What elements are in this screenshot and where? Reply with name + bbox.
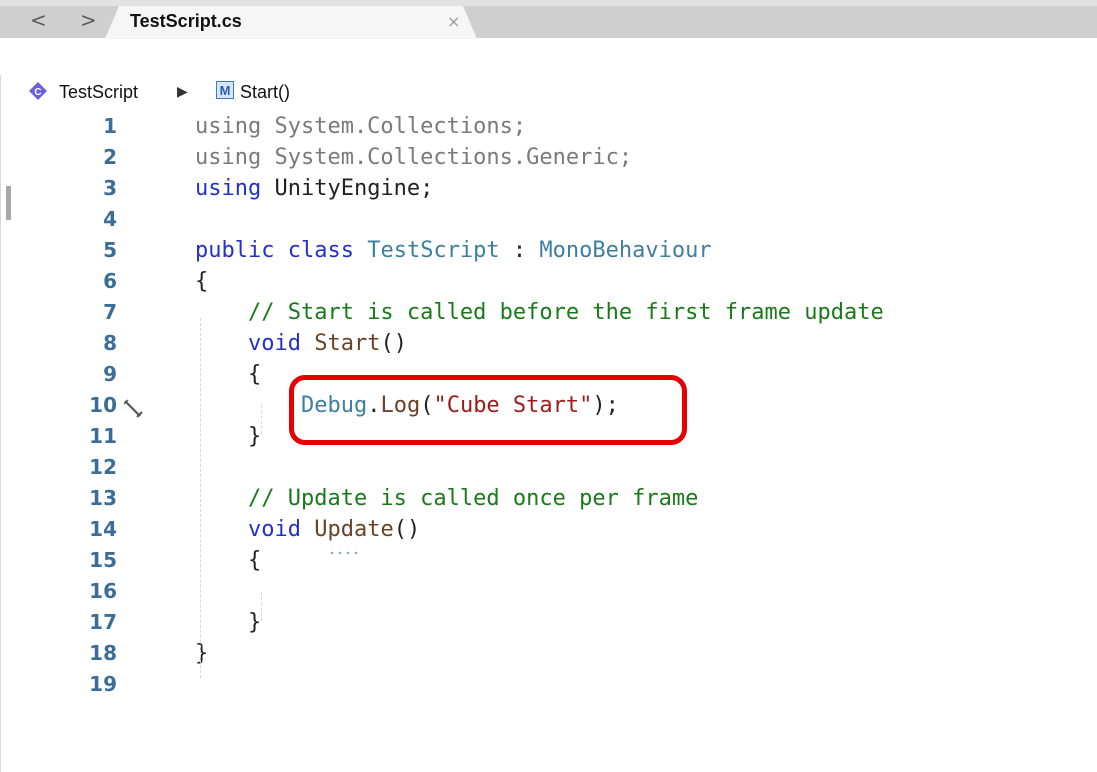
code-token: { [195,548,262,573]
class-diamond-icon: C [29,82,47,100]
code-token: // Start is called before the first fram… [195,300,884,325]
code-text: using UnityEngine; [195,174,433,203]
code-token: : [499,238,540,263]
code-line[interactable]: 8 void Start() [0,329,1097,358]
code-line[interactable]: 13 // Update is called once per frame [0,484,1097,513]
line-number: 16 [89,579,117,603]
code-line[interactable]: 18} [0,639,1097,668]
svg-text:C: C [34,87,41,98]
breadcrumb-class[interactable]: TestScript [59,82,138,102]
code-token: using System.Collections; [195,114,527,139]
code-text: { [195,267,208,296]
line-number: 13 [89,486,117,510]
code-text: // Update is called once per frame [195,484,698,513]
line-number: 7 [103,300,117,324]
code-line[interactable]: 2 using System.Collections.Generic; [0,143,1097,172]
code-line[interactable]: 3 using UnityEngine; [0,174,1097,203]
code-text: } [195,639,208,668]
code-line[interactable]: 16 [0,577,1097,606]
code-token: } [195,641,209,666]
code-token: Start [314,331,381,356]
line-number: 10 [89,393,117,417]
indent-guide [261,592,262,621]
line-number: 15 [89,548,117,572]
tab-title[interactable]: TestScript.cs [130,11,242,32]
code-token: void [247,331,301,356]
code-line[interactable]: 19 [0,670,1097,699]
code-token: using System.Collections.Generic; [195,145,633,170]
code-token: using [195,176,262,201]
code-line[interactable]: 7 // Start is called before the first fr… [0,298,1097,327]
code-text: { [195,360,261,389]
code-text: void Update() [195,515,420,544]
line-number: 11 [89,424,117,448]
code-line[interactable]: 14 void Update() [0,515,1097,544]
breadcrumb-method[interactable]: Start() [240,82,290,102]
code-token: MonoBehaviour [539,238,712,263]
code-token: Update [314,517,394,542]
line-number: 12 [89,455,117,479]
code-token: void [247,517,301,542]
code-line[interactable]: 4 [0,205,1097,234]
line-number: 1 [103,114,117,138]
code-line[interactable]: 5 public class TestScript : MonoBehaviour [0,236,1097,265]
code-token: { [195,362,262,387]
code-token: () [393,517,421,542]
code-token: class [287,238,354,263]
indent-guide [261,405,262,434]
breadcrumb-separator-icon: ▶ [177,84,188,100]
code-token: } [195,424,262,449]
code-token: public [195,238,275,263]
code-text: using System.Collections; [195,112,526,141]
breadcrumb [0,39,1097,75]
code-text: } [195,608,261,637]
edit-pencil-icon[interactable] [122,398,146,422]
line-number: 19 [89,672,117,696]
code-token: () [380,331,407,356]
line-number: 18 [89,641,117,665]
line-number: 2 [103,145,117,169]
window-top-strip [0,0,1097,6]
code-line[interactable]: 1 using System.Collections; [0,112,1097,141]
line-number: 5 [103,238,117,262]
code-text: { [195,546,261,575]
code-token: { [195,269,209,294]
code-text: using System.Collections.Generic; [195,143,632,172]
code-token: UnityEngine; [261,176,434,201]
code-line[interactable]: 12 [0,453,1097,482]
method-icon: M [216,81,234,99]
code-token: TestScript [367,238,500,263]
code-token: // Update is called once per frame [195,486,699,511]
code-line[interactable]: 6{ [0,267,1097,296]
forward-button[interactable]: > [80,10,97,30]
code-token: } [195,610,262,635]
code-line[interactable]: 17 } [0,608,1097,637]
tab-close-icon[interactable]: × [447,12,460,31]
line-number: 14 [89,517,117,541]
line-number: 3 [103,176,117,200]
line-number: 17 [89,610,117,634]
code-text: void Start() [195,329,407,358]
code-text: // Start is called before the first fram… [195,298,884,327]
code-text: public class TestScript : MonoBehaviour [195,236,712,265]
line-number: 9 [103,362,117,386]
back-button[interactable]: < [30,10,47,30]
indent-guide [200,318,201,678]
code-text: } [195,422,261,451]
line-number: 8 [103,331,117,355]
highlight-box [289,375,687,445]
line-number: 6 [103,269,117,293]
diagnostic-dots [330,551,358,555]
code-line[interactable]: 15 { [0,546,1097,575]
line-number: 4 [103,207,117,231]
